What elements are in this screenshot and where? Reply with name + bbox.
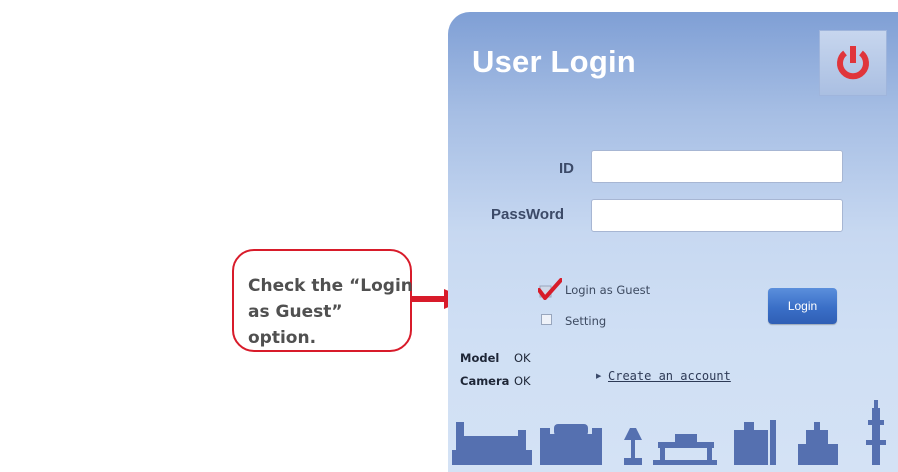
camera-status-label: Camera xyxy=(460,374,510,388)
model-status-label: Model xyxy=(460,351,500,365)
power-icon xyxy=(837,46,869,80)
password-field[interactable] xyxy=(591,199,843,232)
setting-option-label[interactable]: Setting xyxy=(565,314,606,328)
instruction-text: Check the “Login as Guest” option. xyxy=(248,273,428,351)
setting-checkbox[interactable] xyxy=(541,314,552,325)
instruction-line-1: Check the “Login as Guest” xyxy=(248,276,413,322)
bullet-arrow-icon: ▶ xyxy=(596,373,602,380)
create-account-link[interactable]: Create an account xyxy=(608,369,731,383)
instruction-line-2: option. xyxy=(248,328,317,348)
guest-option-label[interactable]: Login as Guest xyxy=(565,283,650,297)
guest-checkbox[interactable] xyxy=(538,278,562,300)
id-label: ID xyxy=(559,160,574,177)
page-title: User Login xyxy=(472,44,636,79)
login-button[interactable]: Login xyxy=(768,288,837,324)
password-label: PassWord xyxy=(491,206,565,223)
furniture-skyline-illustration xyxy=(452,400,886,465)
power-button[interactable] xyxy=(819,30,887,96)
camera-status-value: OK xyxy=(514,374,531,388)
id-field[interactable] xyxy=(591,150,843,183)
model-status-value: OK xyxy=(514,351,531,365)
